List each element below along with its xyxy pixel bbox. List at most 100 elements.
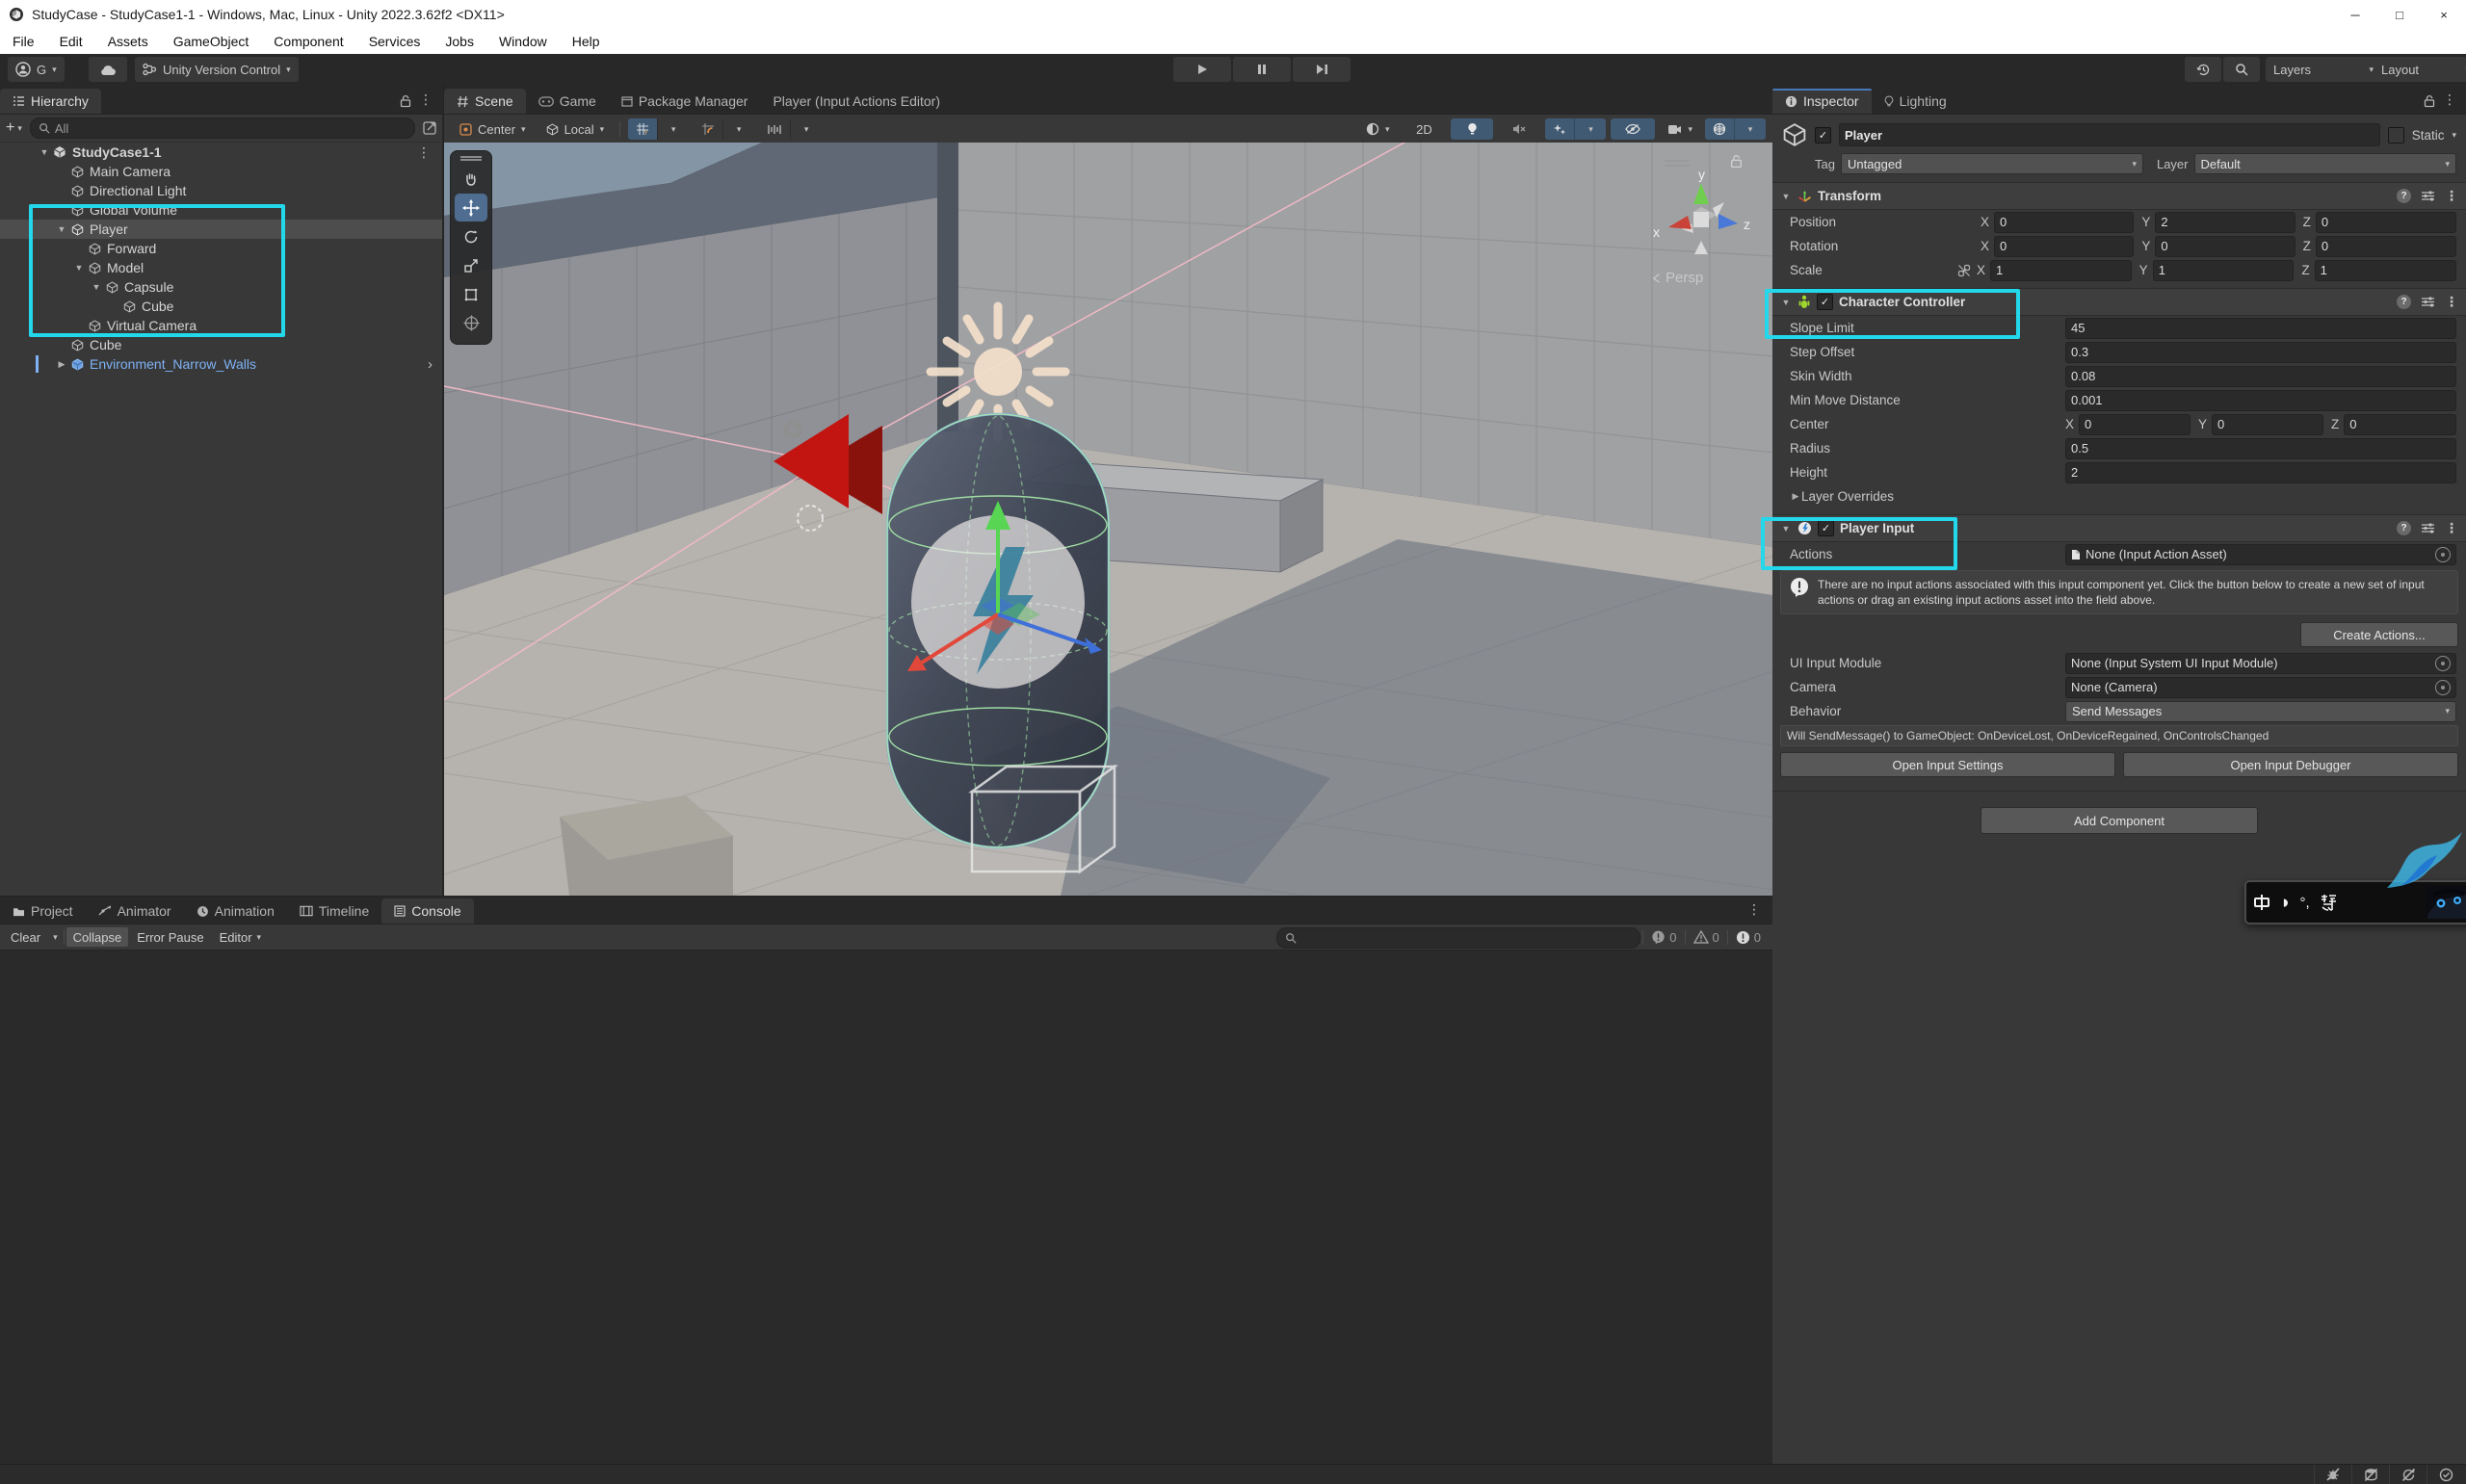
hierarchy-search-input[interactable]: All <box>30 117 415 139</box>
scale-y-field[interactable]: 1 <box>2153 260 2295 281</box>
layer-overrides-foldout[interactable]: ▶Layer Overrides <box>1772 484 2466 508</box>
foldout-arrow[interactable]: ▼ <box>71 263 87 273</box>
menu-component[interactable]: Component <box>261 29 355 54</box>
tab-hierarchy[interactable]: Hierarchy <box>0 89 101 114</box>
component-enabled-checkbox[interactable]: ✓ <box>1818 520 1834 536</box>
hidden-objects-toggle[interactable] <box>1611 118 1655 140</box>
height-field[interactable]: 2 <box>2065 462 2456 483</box>
static-checkbox[interactable] <box>2388 127 2404 143</box>
radius-field[interactable]: 0.5 <box>2065 438 2456 459</box>
skin-width-field[interactable]: 0.08 <box>2065 366 2456 387</box>
tab-scene[interactable]: Scene <box>444 89 526 114</box>
audio-mute-toggle[interactable] <box>1498 118 1540 140</box>
snap-increment-toggle[interactable] <box>694 118 722 140</box>
character-controller-header[interactable]: ▼ ✓ Character Controller ? ⋮ <box>1772 288 2466 316</box>
kebab-menu-icon[interactable]: ⋮ <box>417 144 431 161</box>
rotate-tool-button[interactable] <box>455 222 487 250</box>
position-z-field[interactable]: 0 <box>2316 212 2456 233</box>
help-icon[interactable]: ? <box>2397 521 2411 535</box>
help-icon[interactable]: ? <box>2397 189 2411 203</box>
tag-dropdown[interactable]: Untagged▾ <box>1841 153 2143 174</box>
move-tool-button[interactable] <box>455 194 487 221</box>
behavior-dropdown[interactable]: Send Messages▾ <box>2065 701 2456 722</box>
grid-snapping-options[interactable]: ▾ <box>657 118 689 140</box>
list-item-prefab[interactable]: ▶ Environment_Narrow_Walls › <box>0 354 442 374</box>
tab-lighting[interactable]: Lighting <box>1872 89 1959 114</box>
center-z-field[interactable]: 0 <box>2344 414 2456 435</box>
kebab-menu-icon[interactable]: ⋮ <box>2445 294 2458 310</box>
scene-effects-toggle[interactable] <box>1545 118 1574 140</box>
lock-icon[interactable] <box>2424 94 2435 108</box>
list-item[interactable]: Directional Light <box>0 181 442 200</box>
close-button[interactable]: × <box>2422 0 2466 29</box>
static-options-chevron[interactable]: ▾ <box>2452 131 2456 140</box>
constrain-proportions-icon[interactable] <box>1957 264 1971 277</box>
object-picker-icon[interactable] <box>2435 656 2451 671</box>
scene-lighting-toggle[interactable] <box>1451 118 1493 140</box>
rotation-z-field[interactable]: 0 <box>2316 236 2456 257</box>
step-offset-field[interactable]: 0.3 <box>2065 342 2456 363</box>
warning-count-badge[interactable]: 0 <box>1685 930 1727 945</box>
foldout-arrow[interactable]: ▼ <box>1780 192 1792 201</box>
foldout-arrow[interactable]: ▼ <box>54 224 69 234</box>
maximize-button[interactable]: □ <box>2377 0 2422 29</box>
transform-tool-button[interactable] <box>455 309 487 337</box>
rect-tool-button[interactable] <box>455 280 487 308</box>
open-input-debugger-button[interactable]: Open Input Debugger <box>2123 752 2458 777</box>
tool-handle-rotation-dropdown[interactable]: Local▾ <box>538 118 613 140</box>
help-icon[interactable]: ? <box>2397 295 2411 309</box>
gizmos-options[interactable]: ▾ <box>1734 118 1766 140</box>
editor-dropdown[interactable]: Editor▾ <box>213 927 269 947</box>
scale-tool-button[interactable] <box>455 251 487 279</box>
open-input-settings-button[interactable]: Open Input Settings <box>1780 752 2115 777</box>
kebab-menu-icon[interactable]: ⋮ <box>1747 901 1761 918</box>
toggle-2d-button[interactable]: 2D <box>1402 118 1446 140</box>
list-item[interactable]: Cube <box>0 297 442 316</box>
clear-button[interactable]: Clear <box>4 927 47 947</box>
info-count-badge[interactable]: 0 <box>1642 930 1684 945</box>
kebab-menu-icon[interactable]: ⋮ <box>2445 188 2458 204</box>
menu-edit[interactable]: Edit <box>47 29 95 54</box>
measure-tool-options[interactable]: ▾ <box>790 118 822 140</box>
scale-z-field[interactable]: 1 <box>2315 260 2456 281</box>
tab-animation[interactable]: Animation <box>184 898 287 924</box>
layers-dropdown[interactable]: Layers▾ <box>2266 57 2381 82</box>
tab-game[interactable]: Game <box>526 89 609 114</box>
center-x-field[interactable]: 0 <box>2079 414 2191 435</box>
rotation-y-field[interactable]: 0 <box>2155 236 2295 257</box>
list-item[interactable]: ▼Capsule <box>0 277 442 297</box>
cloud-button[interactable] <box>89 57 127 82</box>
active-checkbox[interactable]: ✓ <box>1815 127 1831 143</box>
scene-viewport[interactable]: y x z Persp <box>444 143 1773 896</box>
scene-effects-options[interactable]: ▾ <box>1574 118 1606 140</box>
play-button[interactable] <box>1173 57 1231 82</box>
center-y-field[interactable]: 0 <box>2212 414 2323 435</box>
grid-snapping-toggle[interactable]: Y <box>628 118 657 140</box>
list-item[interactable]: Main Camera <box>0 162 442 181</box>
menu-help[interactable]: Help <box>560 29 613 54</box>
ime-skin-avatar[interactable] <box>2426 886 2466 919</box>
menu-file[interactable]: File <box>0 29 47 54</box>
presets-icon[interactable] <box>2421 190 2435 202</box>
rotation-x-field[interactable]: 0 <box>1994 236 2134 257</box>
error-pause-toggle[interactable]: Error Pause <box>130 927 210 947</box>
picker-icon[interactable] <box>423 121 436 135</box>
ime-punctuation-toggle[interactable]: °, <box>2299 896 2309 910</box>
foldout-arrow[interactable]: ▼ <box>1780 524 1792 534</box>
step-button[interactable] <box>1293 57 1351 82</box>
tab-animator[interactable]: Animator <box>86 898 184 924</box>
menu-jobs[interactable]: Jobs <box>433 29 486 54</box>
tab-inspector[interactable]: Inspector <box>1772 89 1872 114</box>
camera-settings-dropdown[interactable]: ▾ <box>1660 118 1700 140</box>
lock-icon[interactable] <box>1730 154 1743 169</box>
overlay-drag-handle[interactable] <box>1665 160 1690 167</box>
layout-dropdown[interactable]: Layout▾ <box>2374 57 2466 82</box>
tab-project[interactable]: Project <box>0 898 86 924</box>
presets-icon[interactable] <box>2421 522 2435 534</box>
list-item[interactable]: Cube <box>0 335 442 354</box>
minimize-button[interactable]: ─ <box>2333 0 2377 29</box>
actions-object-field[interactable]: None (Input Action Asset) <box>2065 544 2456 565</box>
foldout-arrow[interactable]: ▶ <box>1790 491 1801 502</box>
position-y-field[interactable]: 2 <box>2155 212 2295 233</box>
kebab-menu-icon[interactable]: ⋮ <box>2445 520 2458 536</box>
